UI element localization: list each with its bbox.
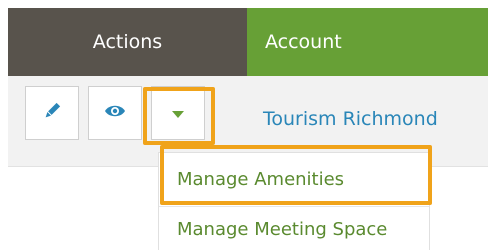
- pencil-icon: [43, 102, 61, 124]
- dropdown-button-highlight: [143, 87, 215, 145]
- eye-icon: [104, 103, 126, 123]
- actions-column-header: Actions: [8, 8, 247, 76]
- menu-divider: [159, 206, 429, 207]
- menu-item-manage-meeting-space[interactable]: Manage Meeting Space: [177, 219, 387, 240]
- edit-button[interactable]: [25, 86, 79, 140]
- account-column-header[interactable]: Account: [247, 8, 488, 76]
- account-name-link[interactable]: Tourism Richmond: [263, 108, 438, 130]
- menu-item-highlight: [160, 145, 432, 205]
- view-button[interactable]: [88, 86, 142, 140]
